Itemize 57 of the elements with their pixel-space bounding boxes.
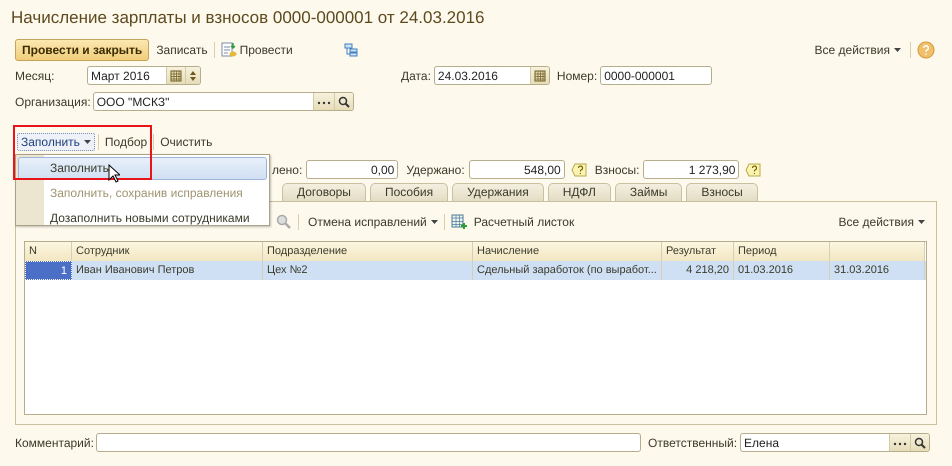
window-title: Начисление зарплаты и взносов 0000-000001 от 24.03.2016 <box>11 7 486 29</box>
all-actions-button[interactable]: Все действия <box>836 214 928 230</box>
all-actions-button[interactable]: Все действия <box>812 42 904 58</box>
dropdown-arrow-icon <box>894 48 901 52</box>
table-cell: Цех №2 <box>263 261 473 280</box>
table-add-icon <box>450 214 468 230</box>
column-header[interactable]: Период <box>734 242 830 261</box>
column-header[interactable]: Результат <box>662 242 734 261</box>
fill-dropdown-button[interactable]: Заполнить <box>17 133 95 151</box>
total-field[interactable]: 548,00 <box>468 160 565 179</box>
total-label: лено: <box>272 162 302 176</box>
post-and-close-button[interactable]: Провести и закрыть <box>15 39 150 61</box>
column-header[interactable]: Подразделение <box>263 242 473 261</box>
tab[interactable]: Удержания <box>452 183 544 201</box>
total-field[interactable]: 1 273,90 <box>643 160 740 179</box>
table-cell: 01.03.2016 <box>734 261 830 280</box>
table-cell: 31.03.2016 <box>830 261 925 280</box>
help-icon[interactable] <box>745 162 762 176</box>
date-label: Дата: <box>401 68 431 82</box>
dropdown-arrow-icon <box>84 140 91 144</box>
total-label: Удержано: <box>406 162 465 176</box>
tab[interactable]: Взносы <box>686 183 758 201</box>
total-field[interactable]: 0,00 <box>306 160 398 179</box>
toolbar-button[interactable]: Подбор <box>102 134 150 150</box>
table-cell: 1 <box>25 261 72 280</box>
mouse-cursor-icon <box>108 164 120 183</box>
number-label: Номер: <box>556 68 598 82</box>
responsible-label: Ответственный: <box>648 436 738 450</box>
organization-label: Организация: <box>15 94 91 108</box>
toolbar-button[interactable]: Очистить <box>157 134 216 150</box>
document-icon <box>220 42 237 58</box>
help-icon[interactable] <box>570 162 587 176</box>
post-button[interactable]: Провести <box>218 41 296 59</box>
dropdown-arrow-icon <box>430 220 438 224</box>
payslip-button[interactable]: Расчетный листок <box>448 213 578 231</box>
table-cell: Иван Иванович Петров <box>72 261 263 280</box>
save-button[interactable]: Записать <box>153 42 211 58</box>
menu-item[interactable]: Дозаполнить новыми сотрудниками <box>18 207 267 230</box>
tab[interactable]: Договоры <box>282 183 366 201</box>
comment-field[interactable] <box>96 433 641 452</box>
number-field[interactable]: 0000-000001 <box>600 66 712 85</box>
cancel-corrections-button[interactable]: Отмена исправлений <box>305 214 441 230</box>
tab[interactable]: Пособия <box>370 183 448 201</box>
total-label: Взносы: <box>594 162 640 176</box>
column-header[interactable]: N <box>25 242 72 261</box>
table-row[interactable]: 1 Иван Иванович Петров Цех №2 Сдельный заработок (по выработ... 4 218,20 01.03.2016 31.03.2016 <box>25 261 926 280</box>
menu-item[interactable]: Заполнить <box>18 157 267 180</box>
dropdown-arrow-icon <box>918 220 925 224</box>
tab[interactable]: Займы <box>614 183 682 201</box>
month-label: Месяц: <box>15 68 56 82</box>
table-cell: 4 218,20 <box>662 261 734 280</box>
comment-label: Комментарий: <box>15 436 95 450</box>
table-cell: Сдельный заработок (по выработ... <box>473 261 662 280</box>
column-header[interactable]: Сотрудник <box>72 242 263 261</box>
tab[interactable]: НДФЛ <box>548 183 611 201</box>
structure-icon[interactable] <box>344 43 358 57</box>
column-header[interactable]: Начисление <box>473 242 662 261</box>
